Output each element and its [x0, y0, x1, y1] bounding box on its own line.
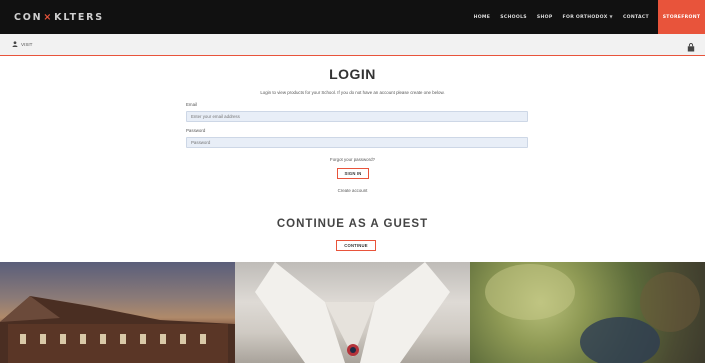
nav-item-contact[interactable]: CONTACT [623, 15, 649, 20]
school-building-photo [0, 262, 235, 363]
nav-item-schools[interactable]: SCHOOLS [500, 15, 527, 20]
user-icon [12, 41, 18, 47]
shopping-bag-icon [687, 43, 695, 52]
email-field[interactable] [186, 111, 528, 122]
forgot-password-link[interactable]: Forgot your password? [0, 157, 705, 162]
brand-logo-right: KLTERS [54, 11, 104, 23]
guest-section-title: CONTINUE AS A GUEST [276, 218, 429, 230]
account-link-label: VISIT [21, 41, 33, 47]
nav-item-shop[interactable]: SHOP [537, 15, 553, 20]
school-building-illustration [0, 296, 235, 363]
school-uniform-photo [235, 262, 470, 363]
chevron-down-icon: ▼ [609, 14, 613, 19]
sign-in-button[interactable]: SIGN IN [337, 168, 369, 179]
create-account-link[interactable]: Create account [0, 188, 705, 193]
brand-logo[interactable]: CON × KLTERS [14, 11, 104, 23]
outdoor-illustration [485, 264, 700, 363]
email-label: Email [186, 102, 197, 107]
outdoor-activity-photo [470, 262, 705, 363]
uniform-illustration [255, 262, 450, 363]
cart-button[interactable] [687, 39, 695, 57]
nav-cta-button[interactable]: STOREFRONT [658, 0, 705, 34]
top-navigation-bar: CON × KLTERS HOME SCHOOLS SHOP FOR ORTHO… [0, 0, 705, 34]
photo-strip [0, 262, 705, 363]
nav-item-home[interactable]: HOME [474, 15, 491, 20]
account-bar: VISIT [0, 34, 705, 56]
nav-item-for-orthodox[interactable]: FOR ORTHODOX ▼ [563, 14, 613, 20]
account-link[interactable]: VISIT [12, 41, 33, 47]
password-field[interactable] [186, 137, 528, 148]
brand-logo-left: CON [14, 11, 43, 23]
password-label: Password [186, 128, 206, 133]
brand-logo-mark: × [43, 11, 54, 23]
continue-as-guest-button[interactable]: CONTINUE [336, 240, 376, 251]
main-nav: HOME SCHOOLS SHOP FOR ORTHODOX ▼ CONTACT … [469, 0, 705, 34]
login-instructions: Login to view products for your School. … [260, 90, 445, 95]
page-title: LOGIN [329, 66, 376, 82]
nav-item-for-orthodox-label: FOR ORTHODOX [562, 15, 608, 20]
